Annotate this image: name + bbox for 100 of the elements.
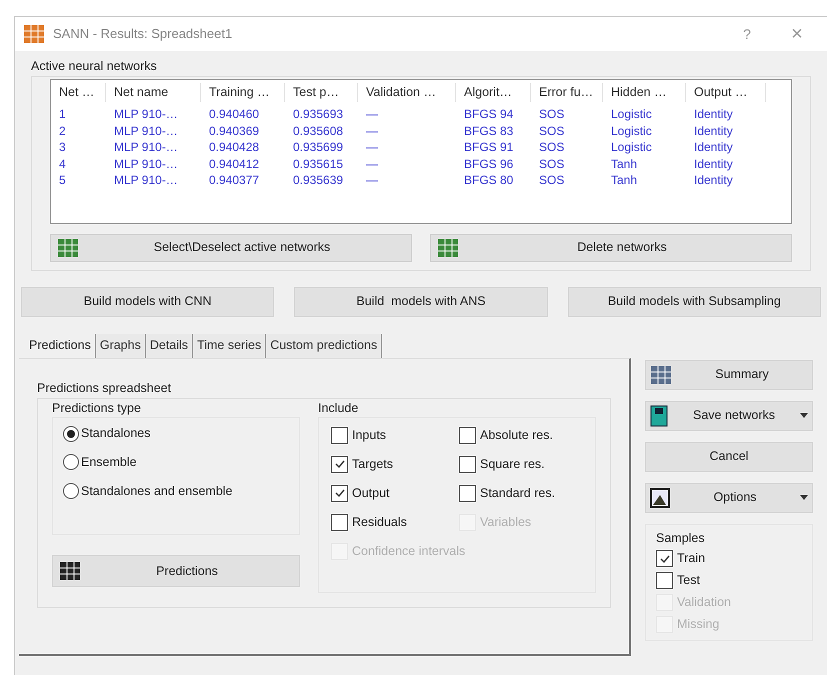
table-cell-text: BFGS 94	[463, 106, 514, 122]
checkbox-label: Confidence intervals	[352, 542, 466, 560]
column-header[interactable]: Validation …	[358, 83, 456, 102]
column-header[interactable]: Hidden …	[603, 83, 686, 102]
table-cell-text: 0.940369	[208, 122, 260, 138]
table-cell-text: 0.935699	[292, 139, 344, 155]
table-cell-text: Tanh	[610, 172, 638, 188]
tab[interactable]: Graphs	[96, 334, 146, 358]
build-button[interactable]: Build models with CNN	[21, 286, 274, 317]
table-cell-text: BFGS 91	[463, 139, 514, 155]
checkbox[interactable]	[656, 550, 673, 567]
tab[interactable]: Details	[146, 334, 194, 358]
checkbox-label: Absolute res.	[480, 426, 553, 444]
table-cell-text: 5	[58, 172, 67, 188]
side-button[interactable]: Save networks	[645, 400, 813, 431]
column-header[interactable]: Error fu…	[531, 83, 603, 102]
column-header[interactable]: Algorit…	[456, 83, 531, 102]
checkbox[interactable]	[331, 456, 348, 473]
table-cell-text: —	[365, 172, 379, 188]
network-icon	[437, 238, 459, 258]
group-title: Predictions type	[52, 400, 142, 417]
table-cell-text: 2	[58, 122, 67, 138]
column-header[interactable]: Output …	[686, 83, 766, 102]
table-cell-text: 0.935639	[292, 172, 344, 188]
checkbox[interactable]	[331, 484, 348, 502]
table-icon	[650, 364, 672, 385]
table-cell-text: BFGS 96	[463, 156, 514, 172]
radio-label: Ensemble	[81, 454, 137, 471]
table-cell-text: —	[365, 122, 379, 138]
table-cell-text: Logistic	[610, 122, 653, 138]
table-cell-text: MLP 910-…	[113, 106, 179, 122]
table-cell-text: Tanh	[610, 156, 638, 172]
check-icon	[334, 458, 346, 470]
table-cell-text: Identity	[693, 172, 734, 188]
table-cell-text: MLP 910-…	[113, 156, 179, 172]
table-cell-text: MLP 910-…	[113, 172, 179, 188]
column-header[interactable]: Training …	[201, 83, 285, 102]
column-header[interactable]: Test p…	[285, 83, 358, 102]
checkbox[interactable]	[331, 426, 348, 444]
column-header[interactable]: Net …	[51, 83, 106, 102]
checkbox-label: Standard res.	[480, 484, 556, 502]
table-cell-text: 4	[58, 156, 67, 172]
app-icon	[23, 24, 45, 44]
table-cell-text: BFGS 83	[463, 122, 514, 138]
toolbar-button[interactable]: Delete networks	[430, 234, 792, 262]
checkbox-label: Variables	[480, 514, 532, 531]
checkbox-label: Output	[352, 484, 390, 502]
table-cell-text: SOS	[538, 139, 566, 155]
table-cell-text: 0.935693	[292, 106, 344, 122]
radio-label: Standalones	[81, 425, 151, 442]
group-title: Samples	[656, 530, 706, 547]
tab[interactable]: Time series	[193, 334, 266, 358]
table-cell-text: MLP 910-…	[113, 139, 179, 155]
side-button[interactable]: Options	[645, 482, 813, 513]
table-cell-text: MLP 910-…	[113, 122, 179, 138]
group-title: Active neural networks	[31, 58, 158, 75]
checkbox[interactable]	[459, 484, 476, 502]
table-cell-text: Identity	[693, 139, 734, 155]
table-cell-text: Logistic	[610, 106, 653, 122]
caret-icon	[800, 413, 808, 418]
table-cell-text: 0.935608	[292, 122, 344, 138]
toolbar-button[interactable]: Select\Deselect active networks	[50, 234, 412, 262]
side-button[interactable]: Cancel	[645, 442, 813, 472]
save-icon	[650, 404, 668, 427]
build-button[interactable]: Build models with ANS	[294, 286, 548, 317]
checkbox[interactable]	[459, 426, 476, 444]
table-cell-text: —	[365, 139, 379, 155]
build-button[interactable]: Build models with Subsampling	[568, 286, 821, 317]
checkbox[interactable]	[656, 572, 673, 589]
table-cell-text: SOS	[538, 106, 566, 122]
checkbox[interactable]	[459, 456, 476, 473]
column-header[interactable]: Net name	[106, 83, 201, 102]
picture-frame-icon	[650, 488, 670, 508]
table-cell-text: SOS	[538, 156, 566, 172]
checkbox-label: Test	[677, 572, 700, 590]
window-title: SANN - Results: Spreadsheet1	[53, 25, 232, 44]
radio-button[interactable]	[63, 426, 79, 442]
table-cell-text: 0.940428	[208, 139, 260, 155]
checkbox-label: Missing	[677, 616, 720, 634]
group-title: Predictions spreadsheet	[37, 380, 172, 397]
checkbox-label: Square res.	[480, 456, 545, 473]
table-cell-text: 1	[58, 106, 67, 122]
table-cell-text: SOS	[538, 172, 566, 188]
caret-icon	[800, 495, 808, 500]
tab[interactable]: Custom predictions	[266, 334, 382, 358]
side-button[interactable]: Summary	[645, 360, 813, 390]
checkbox-label: Validation	[677, 594, 731, 612]
radio-label: Standalones and ensemble	[81, 482, 233, 500]
check-icon	[334, 487, 346, 500]
table-cell-text: Identity	[693, 106, 734, 122]
checkbox[interactable]	[331, 514, 348, 531]
table-cell-text: Identity	[693, 156, 734, 172]
radio-button[interactable]	[63, 483, 79, 500]
checkbox-label: Inputs	[352, 426, 386, 444]
predictions-button[interactable]: Predictions	[52, 555, 300, 588]
checkbox-label: Targets	[352, 456, 393, 473]
table-cell-text: Logistic	[610, 139, 653, 155]
radio-button[interactable]	[63, 454, 79, 470]
table-icon	[59, 561, 81, 582]
checkbox-label: Train	[677, 550, 706, 568]
